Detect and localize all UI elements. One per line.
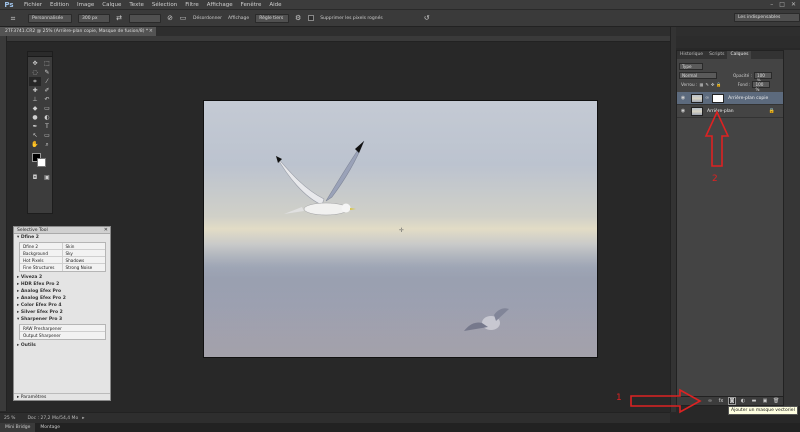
annotation-arrow-2	[704, 110, 730, 167]
annotation-overlay	[630, 110, 730, 414]
annotation-arrow-1	[630, 388, 702, 414]
annotation-label-2: 2	[712, 174, 718, 184]
annotation-label-1: 1	[616, 393, 622, 403]
